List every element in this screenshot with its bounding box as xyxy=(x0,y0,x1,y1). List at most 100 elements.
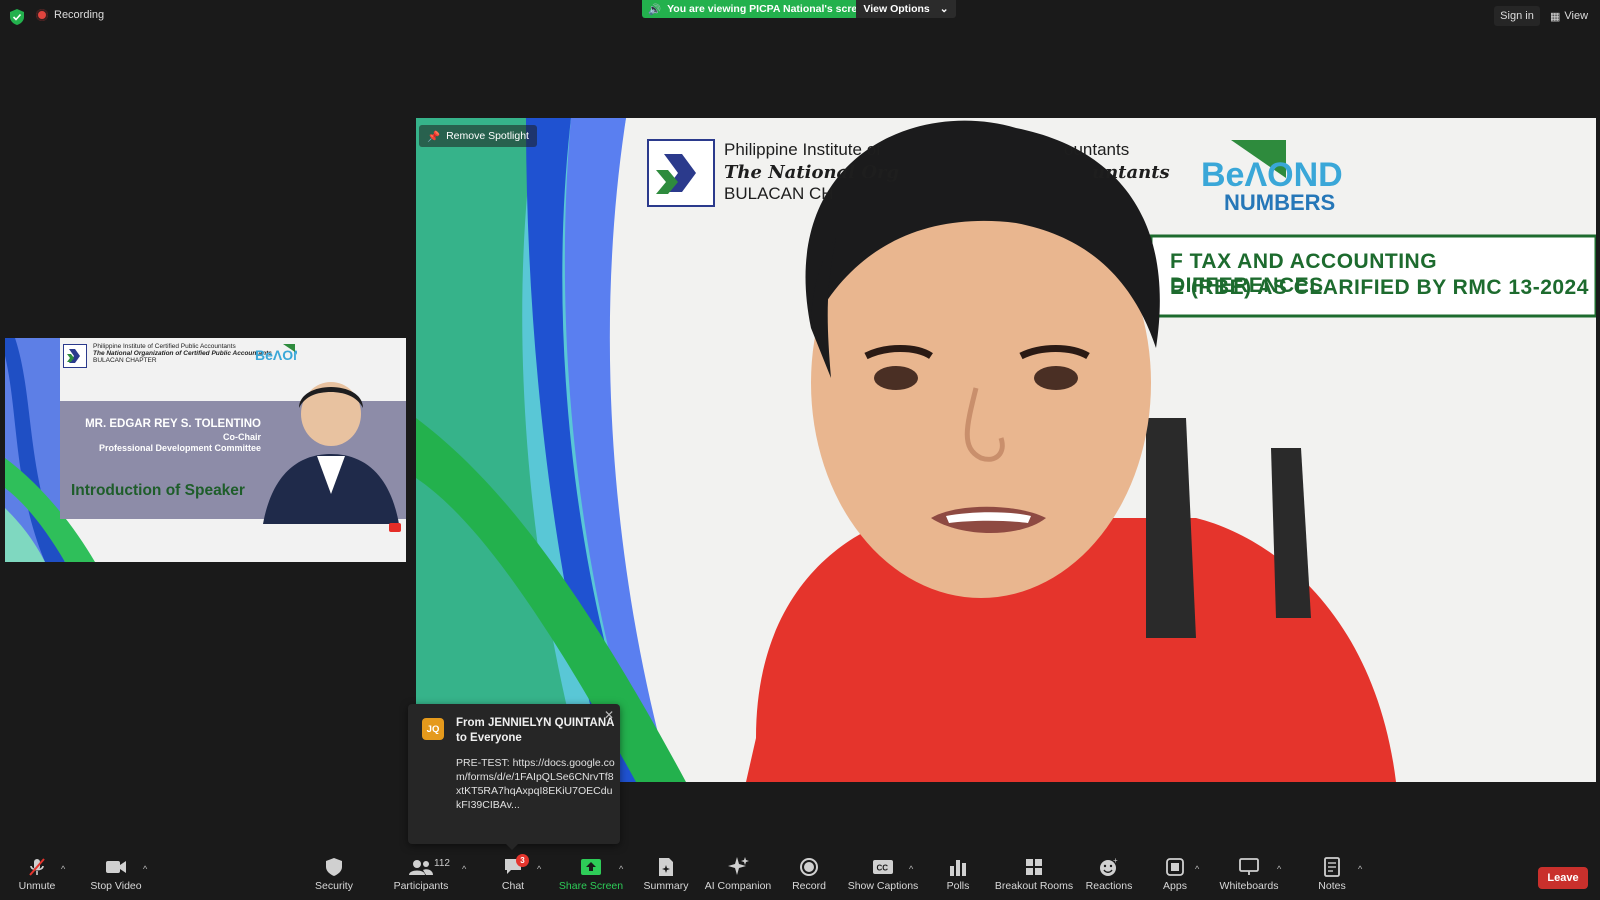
sign-in-button[interactable]: Sign in xyxy=(1494,6,1540,26)
polls-label: Polls xyxy=(946,880,970,892)
svg-text:BeΛOND: BeΛOND xyxy=(255,347,297,363)
chat-message[interactable]: PRE-TEST: https://docs.google.com/forms/… xyxy=(456,756,616,812)
chat-sender: From JENNIELYN QUINTANA to Everyone xyxy=(456,717,615,744)
main-video-background: BeΛOND NUMBERS xyxy=(416,118,1596,782)
share-options-chevron-icon[interactable]: ^ xyxy=(619,864,623,874)
sparkle-icon xyxy=(728,857,749,875)
participants-label: Participants xyxy=(393,880,449,892)
speaker-icon: 🔊 xyxy=(648,3,662,16)
polls-button[interactable]: Polls xyxy=(944,850,972,900)
leave-label: Leave xyxy=(1547,872,1579,884)
summary-label: Summary xyxy=(643,880,689,892)
ai-companion-label: AI Companion xyxy=(704,880,772,892)
participants-icon xyxy=(409,860,433,875)
record-dot-icon xyxy=(36,9,48,21)
grid-view-icon: ▦ xyxy=(1550,10,1561,23)
record-button[interactable]: Record xyxy=(791,850,827,900)
youtube-icon xyxy=(389,523,401,532)
chat-notification[interactable]: ✕ JQ From JENNIELYN QUINTANA to Everyone… xyxy=(408,704,620,850)
unmute-options-chevron-icon[interactable]: ^ xyxy=(61,864,65,874)
show-captions-label: Show Captions xyxy=(847,880,919,892)
remove-spotlight-button[interactable]: 📌 Remove Spotlight xyxy=(419,125,537,147)
main-org-line-1: Philippine Institute of xyxy=(724,140,881,159)
leave-button[interactable]: Leave xyxy=(1538,867,1588,889)
record-icon xyxy=(800,858,818,876)
recording-indicator[interactable]: Recording xyxy=(36,9,104,21)
main-org-line-1-end: ountants xyxy=(1064,140,1130,159)
viewing-label: You are viewing PICPA National's screen xyxy=(667,3,870,15)
thumbnail-org-text: Philippine Institute of Certified Public… xyxy=(93,343,272,364)
speaker-role: Co-Chair Professional Development Commit… xyxy=(71,432,261,454)
share-screen-button[interactable]: Share Screen xyxy=(558,850,624,900)
main-video-feed[interactable]: BeΛOND NUMBERS Philippine Institute of o… xyxy=(416,118,1596,782)
stop-video-label: Stop Video xyxy=(90,880,142,892)
apps-label: Apps xyxy=(1163,880,1187,892)
shield-icon xyxy=(326,858,342,876)
view-options-button[interactable]: View Options ⌄ xyxy=(856,0,956,18)
top-bar: Recording 🔊 You are viewing PICPA Nation… xyxy=(0,0,1600,34)
recording-label: Recording xyxy=(54,9,105,21)
picpa-logo-icon xyxy=(63,344,87,368)
svg-text:BeΛOND: BeΛOND xyxy=(1201,156,1343,194)
reactions-icon: + xyxy=(1100,857,1118,876)
captions-icon: CC xyxy=(873,860,893,874)
chevron-down-icon: ⌄ xyxy=(939,3,949,15)
video-camera-icon xyxy=(106,861,126,873)
security-label: Security xyxy=(315,880,353,892)
ai-companion-button[interactable]: AI Companion xyxy=(702,850,774,900)
svg-text:CC: CC xyxy=(877,864,889,873)
notes-options-chevron-icon[interactable]: ^ xyxy=(1358,864,1362,874)
chat-unread-badge: 3 xyxy=(516,854,529,867)
chat-label: Chat xyxy=(501,880,525,892)
main-org-line-2: The National Org xyxy=(724,162,900,183)
summary-button[interactable]: Summary xyxy=(642,850,690,900)
sign-in-label: Sign in xyxy=(1500,10,1534,22)
main-org-line-2-end: untants xyxy=(1092,162,1170,183)
org-line-1: Philippine Institute of Certified Public… xyxy=(93,343,236,350)
participants-options-chevron-icon[interactable]: ^ xyxy=(462,864,466,874)
speaker-role-line-1: Co-Chair xyxy=(223,432,261,442)
participants-count: 112 xyxy=(434,858,450,869)
remove-spotlight-label: Remove Spotlight xyxy=(446,130,529,142)
speaker-portrait xyxy=(263,382,399,524)
whiteboards-button[interactable]: Whiteboards xyxy=(1220,850,1278,900)
pin-icon: 📌 xyxy=(427,130,441,143)
beyond-numbers-logo-icon: BeΛOND xyxy=(255,344,297,363)
stop-video-button[interactable]: Stop Video xyxy=(88,850,144,900)
share-screen-icon xyxy=(581,859,601,875)
unmute-button[interactable]: Unmute xyxy=(16,850,58,900)
security-button[interactable]: Security xyxy=(314,850,354,900)
summary-icon xyxy=(659,858,673,876)
apps-options-chevron-icon[interactable]: ^ xyxy=(1195,864,1199,874)
avatar: JQ xyxy=(422,718,444,740)
thumbnail-video-tile[interactable]: Philippine Institute of Certified Public… xyxy=(5,338,406,562)
speaker-role-line-2: Professional Development Committee xyxy=(98,443,261,453)
breakout-rooms-icon xyxy=(1026,859,1042,875)
apps-button[interactable]: Apps xyxy=(1160,850,1190,900)
shield-icon[interactable] xyxy=(10,9,24,25)
video-options-chevron-icon[interactable]: ^ xyxy=(143,864,147,874)
breakout-rooms-label: Breakout Rooms xyxy=(994,880,1074,892)
introduction-heading: Introduction of Speaker xyxy=(71,482,245,499)
apps-icon xyxy=(1166,858,1184,876)
notes-icon xyxy=(1324,857,1340,877)
microphone-muted-icon xyxy=(29,858,45,876)
show-captions-button[interactable]: CC Show Captions xyxy=(847,850,919,900)
reactions-button[interactable]: + Reactions xyxy=(1085,850,1133,900)
notes-label: Notes xyxy=(1318,880,1346,892)
reactions-label: Reactions xyxy=(1085,880,1133,892)
notes-button[interactable]: Notes xyxy=(1317,850,1347,900)
svg-text:+: + xyxy=(1113,857,1118,865)
view-button[interactable]: ▦ View xyxy=(1550,6,1594,26)
zoom-meeting-window: Recording 🔊 You are viewing PICPA Nation… xyxy=(0,0,1600,900)
view-label: View xyxy=(1564,10,1589,22)
breakout-rooms-button[interactable]: Breakout Rooms xyxy=(994,850,1074,900)
share-screen-label: Share Screen xyxy=(558,880,624,892)
org-line-2: The National Organization of Certified P… xyxy=(93,350,272,357)
captions-options-chevron-icon[interactable]: ^ xyxy=(909,864,913,874)
unmute-label: Unmute xyxy=(18,880,56,892)
chat-options-chevron-icon[interactable]: ^ xyxy=(537,864,541,874)
whiteboards-options-chevron-icon[interactable]: ^ xyxy=(1277,864,1281,874)
polls-icon xyxy=(950,860,966,876)
main-org-line-3: BULACAN CH xyxy=(724,184,834,203)
